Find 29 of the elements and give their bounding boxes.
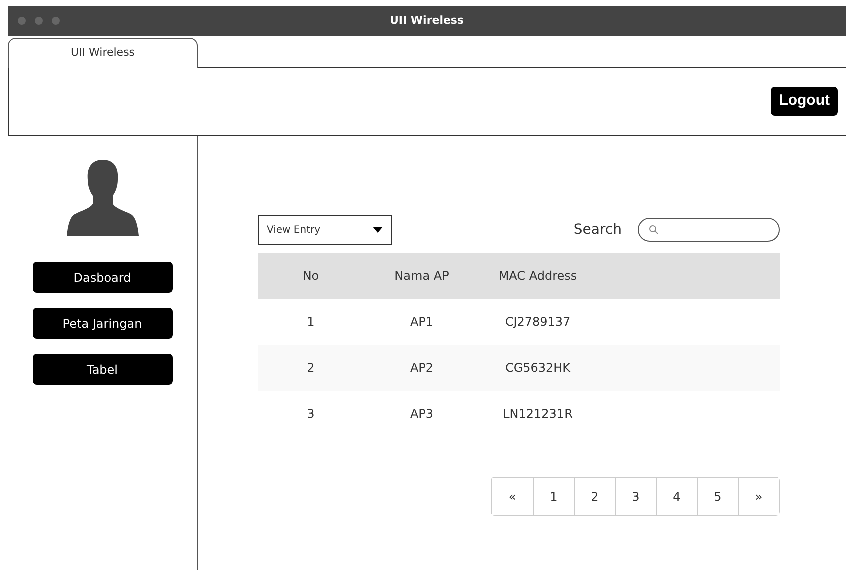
sidebar-button[interactable]: Dasboard [32, 262, 172, 293]
table-cell-text: 2 [306, 360, 316, 377]
table-cell-text: 3 [306, 406, 316, 423]
column-header: Nama AP [394, 268, 450, 285]
search-field[interactable] [638, 218, 780, 242]
window-control-icon[interactable] [52, 17, 60, 25]
avatar-icon [66, 158, 138, 236]
logout-button[interactable]: Logout [771, 87, 838, 116]
column-header: No [302, 268, 320, 285]
table-cell-text: CG5632HK [504, 360, 572, 377]
sidebar-button[interactable]: Peta Jaringan [32, 308, 172, 339]
column-header: MAC Address [498, 268, 578, 285]
table-cell-text: CJ2789137 [504, 314, 572, 331]
search-label: Search [574, 220, 622, 240]
table-cell-text: LN121231R [502, 406, 574, 423]
view-entry-dropdown[interactable]: View Entry [258, 215, 392, 245]
caret-icon [373, 227, 383, 233]
window-control-icon[interactable] [18, 17, 26, 25]
search-icon [649, 225, 659, 235]
page-button[interactable]: » [738, 478, 779, 515]
table-cell-text: 1 [306, 314, 316, 331]
sidebar-button[interactable]: Tabel [32, 354, 172, 385]
table-cell-text: AP2 [409, 360, 435, 377]
window-title: UII Wireless [390, 12, 464, 29]
dropdown-value: View Entry [267, 224, 321, 238]
browser-tab[interactable]: UII Wireless [8, 38, 198, 68]
table-cell-text: AP1 [409, 314, 435, 331]
table-cell-text: AP3 [409, 406, 435, 423]
window-control-icon[interactable] [35, 17, 43, 25]
